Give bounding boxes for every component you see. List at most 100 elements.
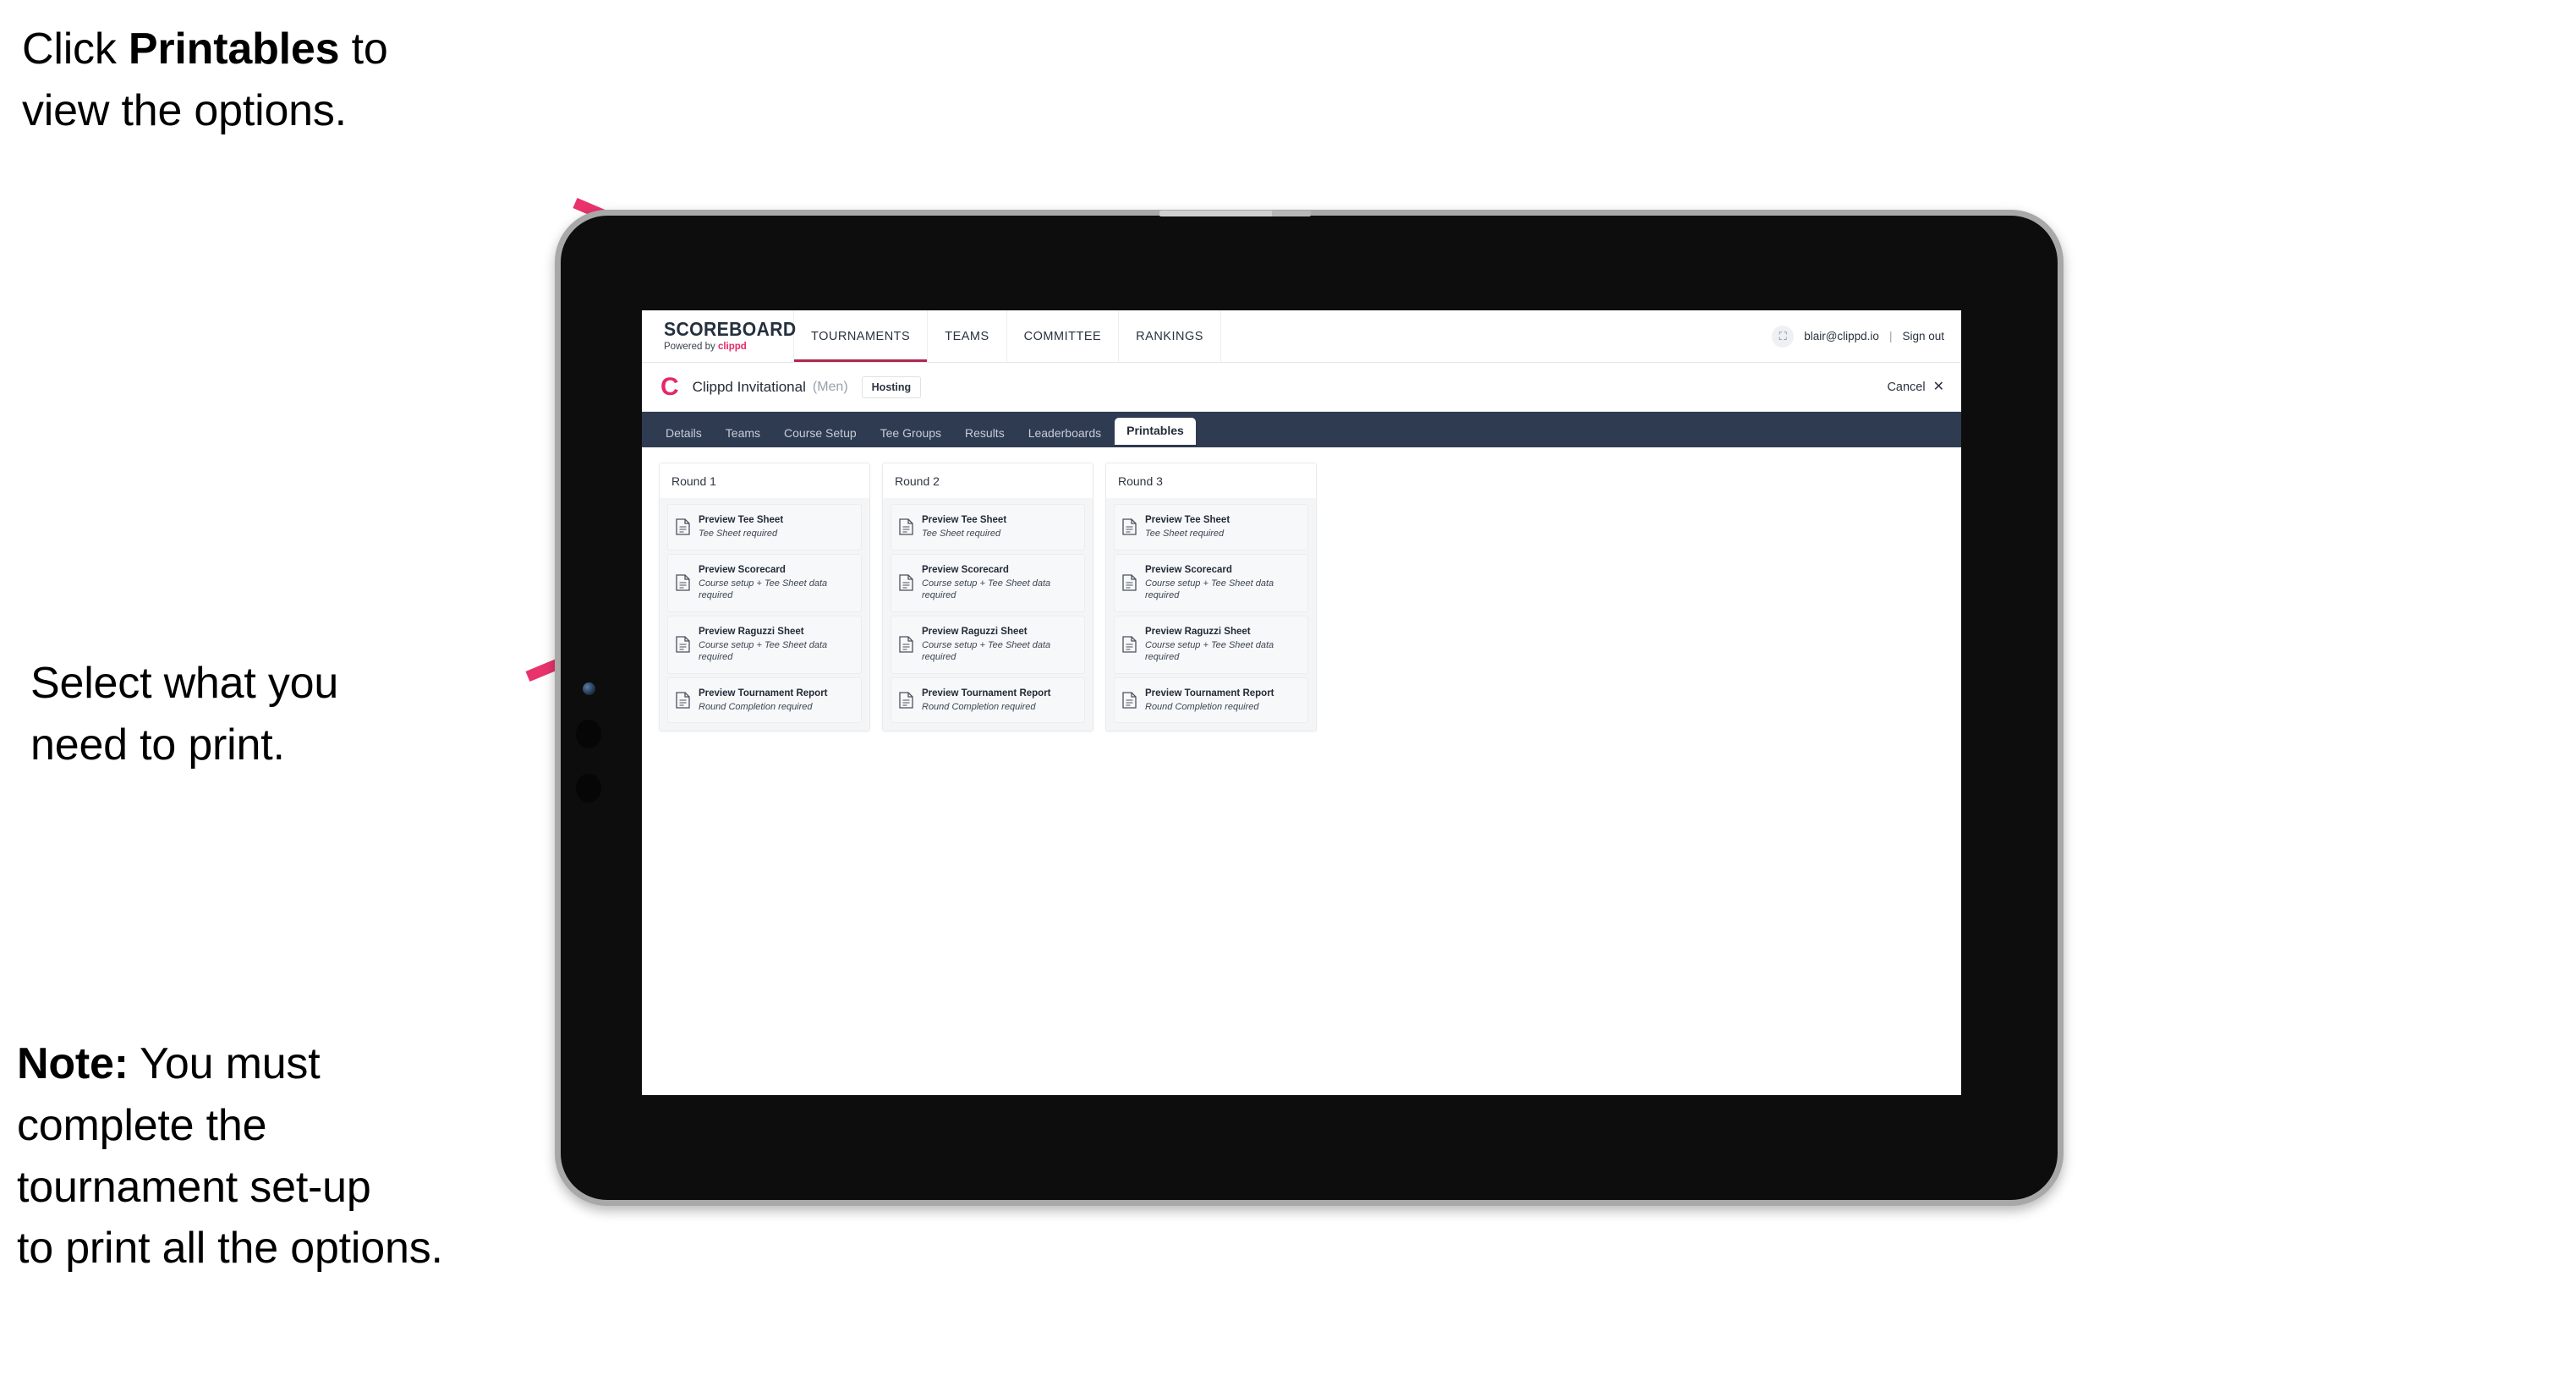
document-icon — [899, 574, 913, 591]
printable-requirement: Course setup + Tee Sheet data required — [1145, 578, 1274, 601]
printable-requirement: Tee Sheet required — [699, 529, 778, 540]
cancel-label: Cancel — [1887, 380, 1926, 394]
nav-item-rankings[interactable]: RANKINGS — [1119, 310, 1221, 362]
printable-requirement: Course setup + Tee Sheet data required — [922, 578, 1051, 601]
printable-item-tee-sheet[interactable]: Preview Tee Sheet Tee Sheet required — [1114, 504, 1308, 551]
status-badge: Hosting — [861, 375, 922, 398]
annotation-click-prefix: Click — [22, 25, 129, 74]
user-email-label: blair@clippd.io — [1804, 330, 1879, 342]
scoreboard-logo[interactable]: SCOREBOARD Powered by clippd — [642, 310, 797, 362]
document-icon — [899, 518, 913, 535]
printable-title: Preview Tournament Report — [922, 688, 1051, 698]
tablet-top-button — [1271, 211, 1311, 216]
powered-by-text: Powered by — [664, 342, 718, 353]
document-icon — [676, 574, 690, 591]
printable-item-raguzzi-sheet[interactable]: Preview Raguzzi Sheet Course setup + Tee… — [1114, 615, 1308, 674]
sign-out-link[interactable]: Sign out — [1902, 330, 1944, 342]
printable-title: Preview Raguzzi Sheet — [1145, 626, 1251, 637]
annotation-note-bold: Note: — [17, 1039, 129, 1088]
avatar[interactable]: ⛶ — [1772, 325, 1795, 348]
printable-requirement: Round Completion required — [699, 701, 813, 712]
close-icon: ✕ — [1932, 379, 1944, 394]
document-icon — [1122, 692, 1137, 709]
brand-powered-by: Powered by clippd — [664, 342, 793, 353]
tab-details[interactable]: Details — [655, 421, 712, 447]
screenshot-canvas: Click Printables to view the options. Se… — [0, 0, 2576, 1386]
round-items: Preview Tee Sheet Tee Sheet required Pre… — [1106, 498, 1316, 731]
printable-requirement: Tee Sheet required — [922, 529, 1001, 540]
printable-requirement: Course setup + Tee Sheet data required — [699, 578, 828, 601]
account-area: ⛶ blair@clippd.io | Sign out — [1772, 310, 1961, 362]
document-icon — [1122, 574, 1137, 591]
nav-item-committee[interactable]: COMMITTEE — [1007, 310, 1120, 362]
printable-requirement: Tee Sheet required — [1145, 529, 1225, 540]
app-screen: SCOREBOARD Powered by clippd TOURNAMENTS… — [642, 310, 1961, 1095]
printable-title: Preview Raguzzi Sheet — [922, 626, 1028, 637]
tab-tee-groups[interactable]: Tee Groups — [870, 421, 951, 447]
volume-down-button[interactable] — [576, 774, 601, 803]
brand-wordmark: SCOREBOARD — [664, 318, 797, 341]
printable-title: Preview Tee Sheet — [699, 515, 784, 525]
annotation-click-bold: Printables — [128, 25, 340, 74]
round-card: Round 2 Preview Tee Sheet Tee Sheet requ… — [882, 463, 1093, 732]
printable-requirement: Course setup + Tee Sheet data required — [1145, 640, 1274, 663]
printable-item-tournament-report[interactable]: Preview Tournament Report Round Completi… — [891, 677, 1085, 724]
clippd-wordmark: clippd — [717, 342, 747, 353]
printable-requirement: Course setup + Tee Sheet data required — [922, 640, 1051, 663]
document-icon — [676, 636, 690, 653]
top-navigation-bar: SCOREBOARD Powered by clippd TOURNAMENTS… — [642, 310, 1961, 363]
volume-up-button[interactable] — [576, 720, 601, 748]
nav-item-tournaments[interactable]: TOURNAMENTS — [794, 310, 929, 362]
annotation-click-printables: Click Printables to view the options. — [22, 19, 580, 142]
printable-title: Preview Tournament Report — [699, 688, 828, 698]
tab-leaderboards[interactable]: Leaderboards — [1018, 421, 1111, 447]
printable-item-tournament-report[interactable]: Preview Tournament Report Round Completi… — [1114, 677, 1308, 724]
account-separator: | — [1888, 330, 1893, 342]
printable-title: Preview Raguzzi Sheet — [699, 626, 804, 637]
nav-item-teams[interactable]: TEAMS — [928, 310, 1007, 362]
printables-content: Round 1 Preview Tee Sheet Tee Sheet requ… — [642, 447, 1961, 748]
document-icon — [676, 692, 690, 709]
cancel-button[interactable]: Cancel ✕ — [1887, 379, 1944, 394]
tournament-tab-strip: Details Teams Course Setup Tee Groups Re… — [642, 412, 1961, 447]
printable-item-scorecard[interactable]: Preview Scorecard Course setup + Tee She… — [667, 553, 862, 612]
printable-title: Preview Tournament Report — [1145, 688, 1274, 698]
clippd-c-logo: C — [660, 372, 679, 401]
round-items: Preview Tee Sheet Tee Sheet required Pre… — [660, 498, 869, 731]
round-title: Round 2 — [883, 463, 1093, 498]
round-title: Round 1 — [660, 463, 869, 498]
tablet-top-speaker — [1159, 211, 1278, 216]
printable-title: Preview Scorecard — [699, 564, 786, 575]
round-items: Preview Tee Sheet Tee Sheet required Pre… — [883, 498, 1093, 731]
tab-results[interactable]: Results — [955, 421, 1015, 447]
tournament-gender: (Men) — [812, 379, 848, 394]
document-icon — [1122, 636, 1137, 653]
camera-icon — [583, 682, 595, 695]
printable-item-tee-sheet[interactable]: Preview Tee Sheet Tee Sheet required — [667, 504, 862, 551]
printable-title: Preview Tee Sheet — [1145, 515, 1230, 525]
printable-item-scorecard[interactable]: Preview Scorecard Course setup + Tee She… — [891, 553, 1085, 612]
printable-item-raguzzi-sheet[interactable]: Preview Raguzzi Sheet Course setup + Tee… — [667, 615, 862, 674]
printable-item-raguzzi-sheet[interactable]: Preview Raguzzi Sheet Course setup + Tee… — [891, 615, 1085, 674]
tournament-name: Clippd Invitational — [692, 378, 806, 395]
document-icon — [676, 518, 690, 535]
annotation-select-print: Select what you need to print. — [30, 659, 339, 770]
printable-requirement: Course setup + Tee Sheet data required — [699, 640, 828, 663]
document-icon — [899, 692, 913, 709]
tab-printables[interactable]: Printables — [1115, 418, 1196, 445]
printable-title: Preview Scorecard — [1145, 564, 1232, 575]
round-title: Round 3 — [1106, 463, 1316, 498]
round-card: Round 1 Preview Tee Sheet Tee Sheet requ… — [659, 463, 870, 732]
printable-title: Preview Tee Sheet — [922, 515, 1007, 525]
round-card: Round 3 Preview Tee Sheet Tee Sheet requ… — [1105, 463, 1317, 732]
tournament-header-row: C Clippd Invitational (Men) Hosting Canc… — [642, 363, 1961, 412]
printable-requirement: Round Completion required — [1145, 701, 1259, 712]
document-icon — [899, 636, 913, 653]
printable-item-tournament-report[interactable]: Preview Tournament Report Round Completi… — [667, 677, 862, 724]
printable-requirement: Round Completion required — [922, 701, 1036, 712]
tab-course-setup[interactable]: Course Setup — [774, 421, 867, 447]
printable-item-scorecard[interactable]: Preview Scorecard Course setup + Tee She… — [1114, 553, 1308, 612]
main-nav: TOURNAMENTS TEAMS COMMITTEE RANKINGS — [794, 310, 1221, 362]
tab-teams[interactable]: Teams — [715, 421, 770, 447]
printable-item-tee-sheet[interactable]: Preview Tee Sheet Tee Sheet required — [891, 504, 1085, 551]
